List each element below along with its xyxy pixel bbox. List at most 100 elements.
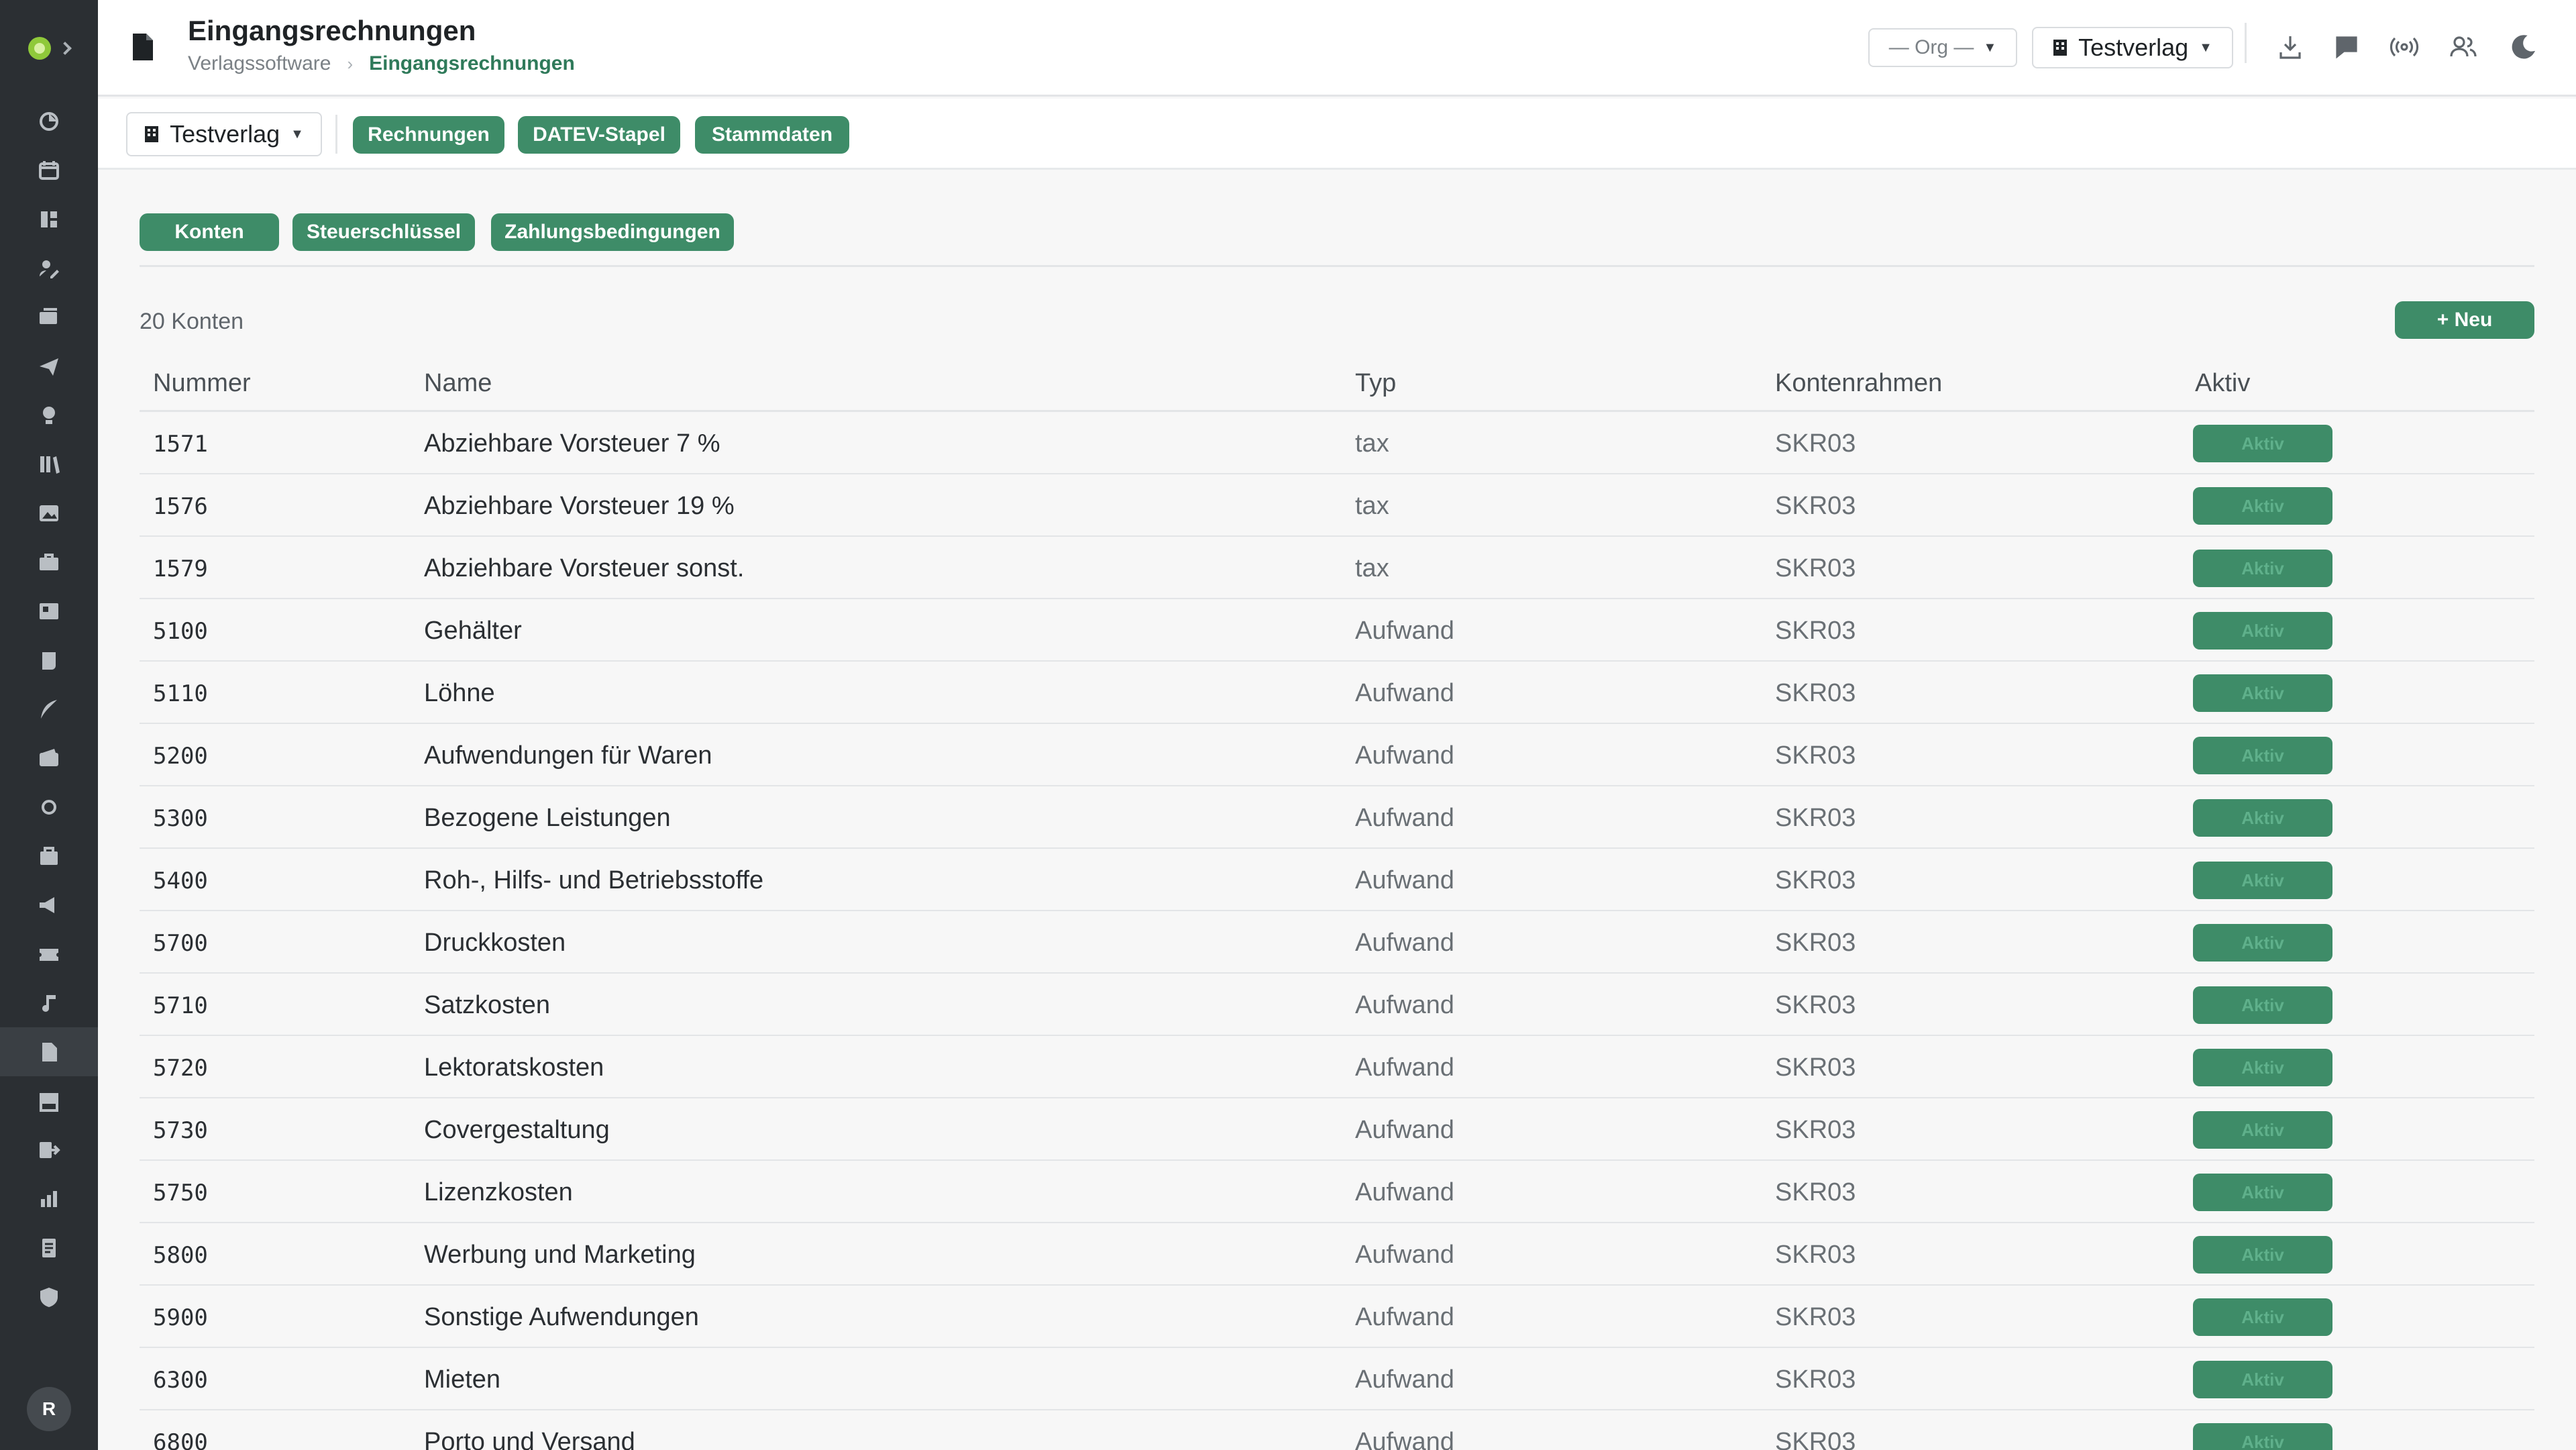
chevron-right-icon[interactable] bbox=[58, 42, 72, 55]
aktiv-toggle[interactable]: Aktiv bbox=[2193, 924, 2332, 962]
shield-icon bbox=[40, 1287, 58, 1307]
music-icon bbox=[42, 994, 56, 1012]
sidebar-item-chart[interactable] bbox=[0, 1174, 98, 1223]
sidebar-item-file[interactable] bbox=[0, 1027, 98, 1076]
sidebar-item-circle[interactable] bbox=[0, 782, 98, 831]
sidebar-item-grid[interactable] bbox=[0, 195, 98, 244]
file-icon bbox=[42, 1042, 57, 1061]
sidebar-item-ticket[interactable] bbox=[0, 929, 98, 978]
broadcast-icon[interactable] bbox=[2388, 31, 2420, 63]
column-header-typ[interactable]: Typ bbox=[1355, 369, 1396, 398]
table-row[interactable]: 5720 Lektoratskosten Aufwand SKR03 Aktiv bbox=[140, 1036, 2534, 1098]
aktiv-toggle[interactable]: Aktiv bbox=[2193, 487, 2332, 525]
aktiv-toggle[interactable]: Aktiv bbox=[2193, 612, 2332, 650]
aktiv-toggle[interactable]: Aktiv bbox=[2193, 986, 2332, 1024]
table-row[interactable]: 1579 Abziehbare Vorsteuer sonst. tax SKR03 A… bbox=[140, 537, 2534, 599]
sidebar-item-quill[interactable] bbox=[0, 684, 98, 733]
moon-icon[interactable] bbox=[2505, 31, 2537, 63]
sidebar-item-megaphone[interactable] bbox=[0, 880, 98, 929]
table-row[interactable]: 6800 Porto und Versand Aufwand SKR03 Aktiv bbox=[140, 1410, 2534, 1450]
table-row[interactable]: 5300 Bezogene Leistungen Aufwand SKR03 Aktiv bbox=[140, 786, 2534, 849]
cell-typ: tax bbox=[1355, 492, 1389, 520]
aktiv-toggle[interactable]: Aktiv bbox=[2193, 1174, 2332, 1211]
cell-nummer: 1579 bbox=[153, 556, 208, 582]
tab-rechnungen[interactable]: Rechnungen bbox=[353, 116, 504, 154]
factory-icon bbox=[40, 1092, 58, 1112]
sidebar-item-export[interactable] bbox=[0, 1125, 98, 1174]
ticket-icon bbox=[40, 948, 58, 961]
sidebar-item-scroll[interactable] bbox=[0, 635, 98, 684]
tab-datev-stapel[interactable]: DATEV-Stapel bbox=[518, 116, 680, 154]
aktiv-toggle[interactable]: Aktiv bbox=[2193, 1361, 2332, 1398]
sidebar-item-music[interactable] bbox=[0, 978, 98, 1027]
sidebar-item-shield[interactable] bbox=[0, 1272, 98, 1321]
sidebar-item-send[interactable] bbox=[0, 342, 98, 391]
aktiv-toggle[interactable]: Aktiv bbox=[2193, 1111, 2332, 1149]
aktiv-toggle[interactable]: Aktiv bbox=[2193, 862, 2332, 899]
sidebar-header[interactable] bbox=[0, 0, 98, 97]
sidebar-item-calendar[interactable] bbox=[0, 146, 98, 195]
table-row[interactable]: 5200 Aufwendungen für Waren Aufwand SKR03 Ak… bbox=[140, 724, 2534, 786]
aktiv-toggle[interactable]: Aktiv bbox=[2193, 1049, 2332, 1086]
caret-down-icon: ▼ bbox=[1983, 40, 1997, 55]
org-select[interactable]: — Org — ▼ bbox=[1868, 28, 2017, 67]
cell-kontenrahmen: SKR03 bbox=[1775, 1178, 1856, 1206]
aktiv-toggle[interactable]: Aktiv bbox=[2193, 425, 2332, 462]
wallet-icon bbox=[40, 748, 58, 766]
verlag-select[interactable]: Testverlag ▼ bbox=[2032, 27, 2233, 68]
table-row[interactable]: 5800 Werbung und Marketing Aufwand SKR03 Akt… bbox=[140, 1223, 2534, 1286]
table-row[interactable]: 5100 Gehälter Aufwand SKR03 Aktiv bbox=[140, 599, 2534, 662]
sidebar-item-wallet[interactable] bbox=[0, 733, 98, 782]
subtab-konten[interactable]: Konten bbox=[140, 213, 279, 251]
sidebar-item-inbox[interactable] bbox=[0, 293, 98, 342]
column-header-kontenrahmen[interactable]: Kontenrahmen bbox=[1775, 369, 1942, 398]
sidebar-item-bag[interactable] bbox=[0, 831, 98, 880]
sidebar-item-news[interactable] bbox=[0, 586, 98, 635]
sidebar-item-briefcase[interactable] bbox=[0, 537, 98, 586]
aktiv-toggle[interactable]: Aktiv bbox=[2193, 737, 2332, 774]
cell-kontenrahmen: SKR03 bbox=[1775, 929, 1856, 957]
new-konto-button[interactable]: + Neu bbox=[2395, 301, 2534, 339]
cell-typ: Aufwand bbox=[1355, 679, 1454, 707]
subtab-zahlungsbedingungen[interactable]: Zahlungsbedingungen bbox=[491, 213, 734, 251]
sidebar-item-edit[interactable] bbox=[0, 244, 98, 293]
table-row[interactable]: 5730 Covergestaltung Aufwand SKR03 Aktiv bbox=[140, 1098, 2534, 1161]
breadcrumb-item-verlagssoftware[interactable]: Verlagssoftware bbox=[188, 52, 331, 75]
subtab-steuerschluessel[interactable]: Steuerschlüssel bbox=[292, 213, 475, 251]
aktiv-toggle[interactable]: Aktiv bbox=[2193, 1298, 2332, 1336]
cell-nummer: 5100 bbox=[153, 618, 208, 645]
cell-nummer: 6800 bbox=[153, 1429, 208, 1450]
download-icon[interactable] bbox=[2274, 31, 2306, 63]
sidebar-item-dashboard[interactable] bbox=[0, 97, 98, 146]
sidebar-item-factory[interactable] bbox=[0, 1076, 98, 1125]
table-row[interactable]: 5900 Sonstige Aufwendungen Aufwand SKR03 Akt… bbox=[140, 1286, 2534, 1348]
sidebar-item-image[interactable] bbox=[0, 488, 98, 537]
aktiv-toggle[interactable]: Aktiv bbox=[2193, 799, 2332, 837]
chat-icon[interactable] bbox=[2330, 31, 2363, 63]
aktiv-toggle[interactable]: Aktiv bbox=[2193, 1236, 2332, 1274]
aktiv-toggle[interactable]: Aktiv bbox=[2193, 674, 2332, 712]
column-header-name[interactable]: Name bbox=[424, 369, 492, 398]
table-row[interactable]: 5700 Druckkosten Aufwand SKR03 Aktiv bbox=[140, 911, 2534, 974]
sidebar-item-receipt[interactable] bbox=[0, 1223, 98, 1272]
aktiv-toggle[interactable]: Aktiv bbox=[2193, 550, 2332, 587]
table-row[interactable]: 5710 Satzkosten Aufwand SKR03 Aktiv bbox=[140, 974, 2534, 1036]
column-header-nummer[interactable]: Nummer bbox=[153, 369, 251, 398]
cell-typ: Aufwand bbox=[1355, 1428, 1454, 1450]
table-row[interactable]: 5400 Roh-, Hilfs- und Betriebsstoffe Aufwa… bbox=[140, 849, 2534, 911]
table-row[interactable]: 1576 Abziehbare Vorsteuer 19 % tax SKR03 Akt… bbox=[140, 474, 2534, 537]
table-row[interactable]: 1571 Abziehbare Vorsteuer 7 % tax SKR03 Akti… bbox=[140, 412, 2534, 474]
tab-stammdaten[interactable]: Stammdaten bbox=[695, 116, 849, 154]
cell-kontenrahmen: SKR03 bbox=[1775, 617, 1856, 645]
table-row[interactable]: 5110 Löhne Aufwand SKR03 Aktiv bbox=[140, 662, 2534, 724]
sidebar-item-library[interactable] bbox=[0, 439, 98, 488]
aktiv-toggle[interactable]: Aktiv bbox=[2193, 1423, 2332, 1450]
toolbar-verlag-select[interactable]: Testverlag ▼ bbox=[126, 112, 322, 156]
cell-typ: Aufwand bbox=[1355, 929, 1454, 957]
table-row[interactable]: 5750 Lizenzkosten Aufwand SKR03 Aktiv bbox=[140, 1161, 2534, 1223]
table-row[interactable]: 6300 Mieten Aufwand SKR03 Aktiv bbox=[140, 1348, 2534, 1410]
avatar[interactable]: R bbox=[27, 1387, 71, 1431]
users-icon[interactable] bbox=[2447, 31, 2479, 63]
sidebar-item-idea[interactable] bbox=[0, 391, 98, 439]
column-header-aktiv[interactable]: Aktiv bbox=[2195, 369, 2250, 398]
